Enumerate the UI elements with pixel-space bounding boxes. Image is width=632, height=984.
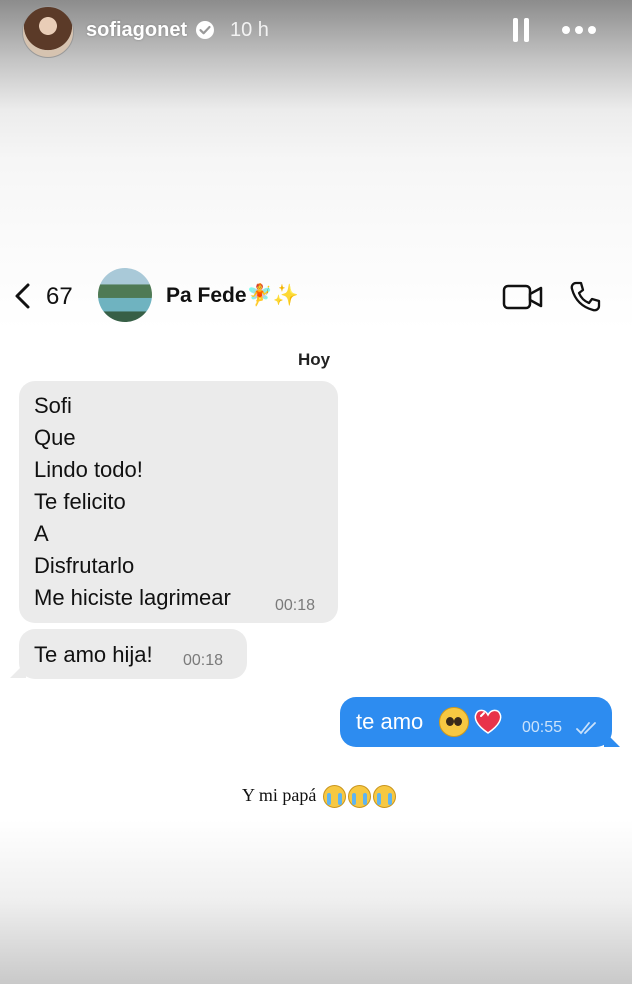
message-line: Sofi [34, 393, 72, 418]
more-options-icon[interactable] [561, 24, 597, 36]
story-caption: Y mi papá [242, 785, 396, 809]
crying-face-icon [322, 785, 346, 809]
message-line: A [34, 521, 49, 546]
crying-face-icon [347, 785, 371, 809]
contact-avatar[interactable] [98, 268, 152, 322]
story-time: 10 h [230, 19, 269, 41]
caption-text: Y mi papá [242, 785, 317, 805]
sparkling-heart-icon [474, 709, 502, 734]
crying-face-icon [372, 785, 396, 809]
back-unread-count[interactable]: 67 [46, 283, 73, 311]
message-line: Que [34, 425, 76, 450]
message-timestamp: 00:18 [275, 597, 316, 614]
verified-badge-icon [196, 21, 214, 39]
incoming-message-bubble[interactable]: Sofi Que Lindo todo! Te felicito A Disfr… [19, 381, 338, 623]
outgoing-message-bubble[interactable]: te amo 00:55 [340, 697, 612, 747]
double-check-read-icon [576, 722, 596, 735]
story-header: sofiagonet 10 h [0, 0, 632, 64]
message-line: Disfrutarlo [34, 553, 135, 578]
message-timestamp: 00:55 [522, 719, 563, 736]
contact-name[interactable]: Pa Fede🧚✨ [166, 284, 299, 308]
phone-call-icon[interactable] [568, 280, 602, 314]
message-timestamp: 00:18 [183, 652, 224, 669]
message-line: Te felicito [34, 489, 126, 514]
message-line: Lindo todo! [34, 457, 143, 482]
video-call-icon[interactable] [502, 282, 544, 312]
incoming-message-bubble[interactable]: Te amo hija! 00:18 [19, 629, 247, 679]
message-line: Te amo hija! [34, 642, 153, 667]
story-username[interactable]: sofiagonet [86, 19, 187, 42]
message-line: Me hiciste lagrimear [34, 585, 231, 610]
story-avatar[interactable] [22, 6, 74, 58]
story-bottom-gradient [0, 820, 632, 984]
pause-icon[interactable] [512, 18, 530, 42]
date-separator: Hoy [298, 350, 331, 369]
back-chevron-icon[interactable] [12, 282, 34, 310]
message-text: te amo [356, 709, 424, 734]
pleading-face-icon [439, 707, 469, 737]
